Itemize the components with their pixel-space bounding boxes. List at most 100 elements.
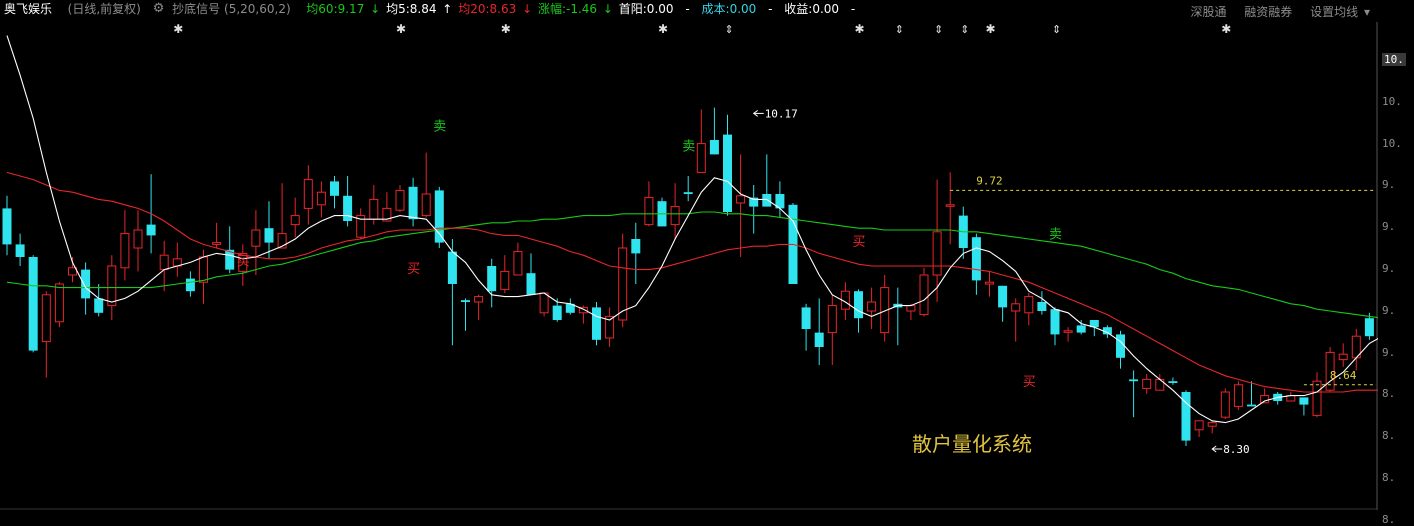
candle-up	[212, 242, 222, 245]
candle-up	[290, 215, 300, 226]
candle-down	[1050, 309, 1060, 335]
period-label: (日线,前复权)	[67, 2, 141, 16]
y-tick-label: 10.	[1382, 94, 1402, 108]
ma20-line	[6, 171, 1378, 393]
indicator-name[interactable]: 抄底信号	[172, 0, 220, 17]
candle-up	[618, 247, 628, 321]
candle-down	[15, 244, 25, 257]
sell-signal: 卖	[1049, 228, 1062, 243]
candle-up	[159, 254, 169, 271]
candle-down	[487, 266, 497, 292]
candle-up	[316, 191, 326, 206]
candle-up	[1142, 378, 1152, 389]
candle-down	[814, 332, 824, 347]
candle-down	[146, 224, 156, 236]
y-tick-label: 8.	[1382, 387, 1396, 401]
buy-signal: 买	[407, 262, 420, 277]
sell-signal: 卖	[682, 139, 695, 154]
link-sgt[interactable]: 深股通	[1190, 5, 1226, 19]
star-marker: ✱	[501, 22, 511, 36]
candle-down	[408, 186, 418, 220]
candle-down	[723, 134, 732, 212]
stock-name[interactable]: 奥飞娱乐	[4, 0, 52, 17]
candle-up	[251, 229, 261, 247]
candle-down	[1364, 318, 1374, 337]
candle-down	[631, 239, 641, 254]
candle-down	[94, 298, 104, 313]
ma5-line	[6, 35, 1378, 424]
extreme-price-label: 8.30	[1223, 443, 1250, 456]
updown-marker: ⇕	[1052, 23, 1061, 36]
candle-up	[474, 296, 484, 303]
candle-down	[592, 307, 601, 340]
ma60-line	[6, 211, 1378, 319]
candle-down	[854, 291, 863, 319]
candle-up	[736, 195, 746, 204]
buy-signal: 买	[237, 255, 250, 270]
candle-up	[1220, 391, 1230, 418]
arrow-up-icon: ↑	[442, 1, 453, 16]
candle-down	[1116, 334, 1125, 358]
y-tick-label: 8.	[1382, 429, 1396, 443]
star-marker: ✱	[173, 22, 183, 36]
star-marker: ✱	[396, 22, 406, 36]
y-tick-label: 9.	[1382, 178, 1396, 192]
candle-down	[762, 194, 772, 207]
candle-up	[1233, 384, 1243, 407]
candle-down	[330, 181, 339, 196]
candle-up	[421, 193, 431, 217]
chevron-down-icon[interactable]: ▾	[1364, 5, 1370, 19]
candle-down	[461, 300, 470, 302]
price-level-label: 9.72	[976, 174, 1003, 187]
y-tick-label: 9.	[1382, 220, 1396, 234]
candle-up	[644, 197, 654, 226]
candle-up	[867, 301, 877, 312]
candle-down	[185, 278, 195, 292]
y-tick-label: 8.	[1382, 512, 1396, 526]
candle-down	[1037, 302, 1047, 311]
link-ma-settings[interactable]: 设置均线	[1310, 5, 1358, 19]
candle-up	[41, 294, 51, 343]
watermark-text: 散户量化系统	[912, 432, 1032, 456]
candle-up	[54, 283, 64, 323]
candle-up	[1011, 303, 1021, 312]
candle-up	[906, 305, 916, 312]
y-tick-label: 8.	[1382, 471, 1396, 484]
candle-up	[945, 204, 955, 207]
candle-up	[985, 281, 994, 285]
buy-signal: 买	[1023, 375, 1036, 390]
candle-up	[133, 229, 143, 249]
candle-down	[81, 269, 91, 299]
profit-value: 收益:0.00	[784, 2, 840, 16]
y-tick-label: 10.	[1382, 53, 1406, 66]
kline-chart[interactable]: 买买卖卖买买卖✱✱✱✱✱✱✱✱⇕⇕⇕⇕⇕10.179.728.648.30	[0, 22, 1378, 510]
candle-down	[552, 305, 562, 320]
candle-up	[395, 189, 405, 211]
candle-up	[120, 233, 130, 269]
ma5-value: 均5:8.84	[386, 2, 437, 16]
candle-down	[1076, 325, 1086, 333]
candle-down	[343, 195, 353, 221]
price-axis: 10. 10. 10. 9. 9. 9. 9. 9. 8. 8. 8. 8.	[1378, 22, 1414, 526]
candle-up	[919, 274, 929, 316]
candle-down	[998, 285, 1008, 308]
y-tick-label: 10.	[1382, 136, 1402, 150]
link-margin[interactable]: 融资融券	[1244, 5, 1292, 19]
sell-signal: 卖	[433, 120, 446, 135]
y-tick-label: 9.	[1382, 262, 1396, 275]
ma20-value: 均20:8.63	[458, 2, 517, 16]
header-links: 深股通 融资融券 设置均线 ▾	[1176, 3, 1370, 20]
candle-up	[1338, 353, 1348, 361]
candle-up	[827, 305, 837, 334]
candle-down	[1299, 397, 1309, 405]
candle-down	[447, 251, 457, 284]
candle-down	[1247, 404, 1256, 407]
candle-up	[500, 270, 510, 290]
dash-separator: -	[768, 1, 773, 16]
candle-down	[526, 273, 536, 295]
candle-down	[264, 228, 274, 243]
candle-down	[709, 140, 719, 155]
gear-icon[interactable]: ⚙	[153, 1, 165, 16]
candle-down	[2, 208, 12, 245]
cost-value: 成本:0.00	[701, 2, 757, 16]
